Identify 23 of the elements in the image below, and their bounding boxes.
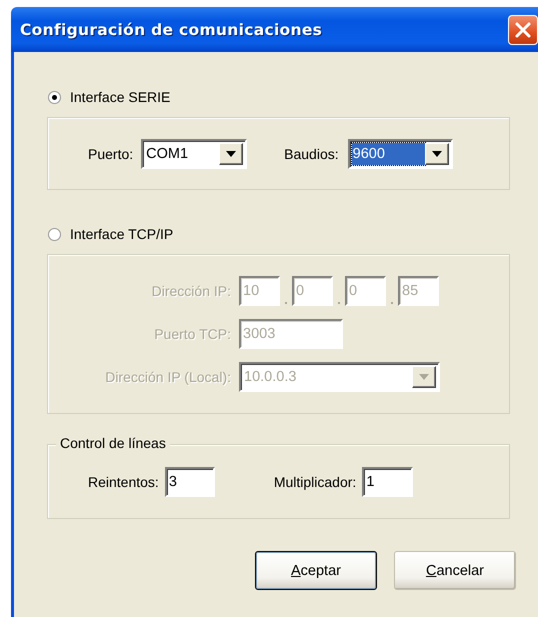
- radio-button[interactable]: [48, 90, 61, 104]
- radio-label: Interface TCP/IP: [70, 226, 174, 242]
- field-label: Reintentos:: [88, 474, 159, 490]
- close-icon: [513, 20, 533, 40]
- field-label: Multiplicador:: [274, 474, 356, 490]
- field-label: Puerto:: [88, 146, 134, 162]
- dialog-button[interactable]: Cancelar: [394, 551, 516, 590]
- caret-icon: [419, 374, 429, 380]
- field-label: Baudios:: [284, 146, 339, 162]
- radio-label: Interface SERIE: [70, 89, 170, 105]
- caret-icon: [226, 151, 236, 157]
- baud-dropdown[interactable]: 9600: [348, 139, 453, 169]
- retries-field[interactable]: 3: [164, 467, 215, 497]
- field-label: Dirección IP:: [152, 283, 231, 299]
- field-label: Dirección IP (Local):: [105, 369, 231, 385]
- multiplier-field[interactable]: 1: [362, 467, 414, 497]
- close-button[interactable]: [508, 14, 538, 44]
- window-title: Configuración de comunicaciones: [20, 20, 322, 38]
- group-title: Control de líneas: [56, 435, 170, 451]
- caret-icon: [432, 151, 442, 157]
- field-label: Puerto TCP:: [154, 326, 231, 342]
- port-dropdown[interactable]: COM1: [141, 139, 248, 169]
- dialog-button[interactable]: Aceptar: [255, 551, 377, 590]
